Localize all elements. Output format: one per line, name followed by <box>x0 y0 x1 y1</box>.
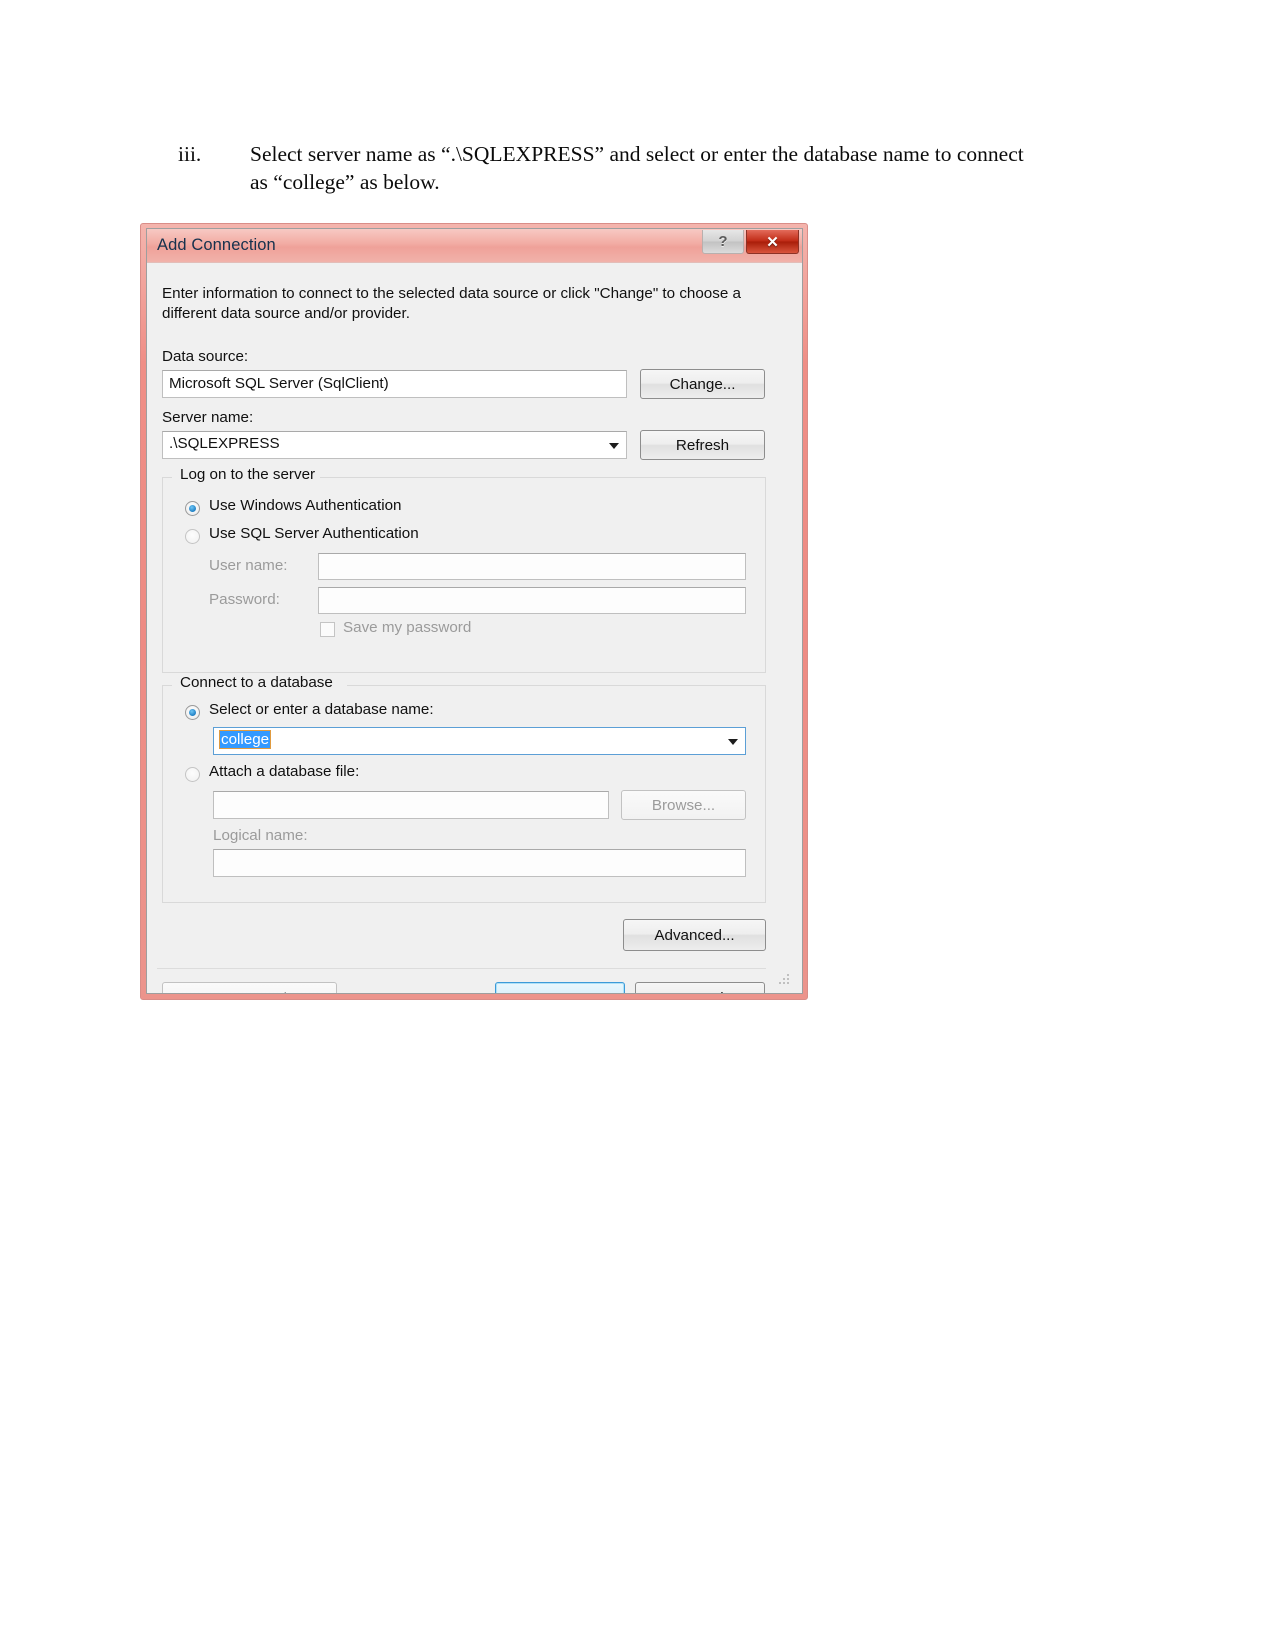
dialog-intro-text: Enter information to connect to the sele… <box>162 285 741 322</box>
logical-name-input[interactable] <box>213 849 746 877</box>
server-name-value: .\SQLEXPRESS <box>169 435 280 452</box>
server-name-label: Server name: <box>162 409 254 426</box>
password-input[interactable] <box>318 587 746 614</box>
select-database-label[interactable]: Select or enter a database name: <box>209 701 434 718</box>
add-connection-dialog-window: Add Connection ? ✕ Enter information to … <box>140 223 808 1000</box>
instruction-text: Select server name as “.\SQLEXPRESS” and… <box>250 142 1024 194</box>
advanced-button[interactable]: Advanced... <box>623 919 766 951</box>
ok-button[interactable]: OK <box>495 982 625 993</box>
close-icon[interactable]: ✕ <box>746 230 799 254</box>
instruction-paragraph: iii. Select server name as “.\SQLEXPRESS… <box>178 140 1038 196</box>
sql-auth-label[interactable]: Use SQL Server Authentication <box>209 525 419 542</box>
dialog-body: Enter information to connect to the sele… <box>157 264 793 993</box>
save-password-checkbox[interactable] <box>320 622 335 637</box>
logon-group-caption: Log on to the server <box>175 466 321 483</box>
logical-name-label: Logical name: <box>213 827 308 844</box>
database-group: Connect to a database Select or enter a … <box>162 674 766 903</box>
resize-grip-icon[interactable] <box>778 973 790 985</box>
data-source-label: Data source: <box>162 348 249 365</box>
sql-auth-radio[interactable] <box>185 529 200 544</box>
select-database-radio[interactable] <box>185 705 200 720</box>
dialog-title-bar[interactable]: Add Connection ? ✕ <box>147 229 802 263</box>
dialog-inner-frame: Add Connection ? ✕ Enter information to … <box>146 228 803 994</box>
refresh-button[interactable]: Refresh <box>640 430 765 460</box>
password-label: Password: <box>209 591 280 608</box>
save-password-label[interactable]: Save my password <box>343 619 471 636</box>
windows-auth-radio[interactable] <box>185 501 200 516</box>
chevron-down-icon[interactable] <box>728 739 738 745</box>
attach-file-input[interactable] <box>213 791 609 819</box>
chevron-down-icon[interactable] <box>609 443 619 449</box>
cancel-button[interactable]: Cancel <box>635 982 765 993</box>
server-name-combobox[interactable]: .\SQLEXPRESS <box>162 431 627 459</box>
user-name-input[interactable] <box>318 553 746 580</box>
windows-auth-label[interactable]: Use Windows Authentication <box>209 497 401 514</box>
user-name-label: User name: <box>209 557 288 574</box>
database-name-value: college <box>218 730 272 749</box>
test-connection-button[interactable]: Test Connection <box>162 982 337 993</box>
help-icon[interactable]: ? <box>702 230 744 254</box>
logon-group: Log on to the server Use Windows Authent… <box>162 466 766 673</box>
database-group-caption: Connect to a database <box>175 674 338 691</box>
attach-database-label[interactable]: Attach a database file: <box>209 763 359 780</box>
attach-database-radio[interactable] <box>185 767 200 782</box>
change-button[interactable]: Change... <box>640 369 765 399</box>
dialog-title: Add Connection <box>157 236 276 254</box>
database-name-combobox[interactable]: college <box>213 727 746 755</box>
list-marker: iii. <box>178 142 202 166</box>
data-source-value: Microsoft SQL Server (SqlClient) <box>162 370 627 398</box>
footer-separator <box>157 968 766 969</box>
browse-button[interactable]: Browse... <box>621 790 746 820</box>
